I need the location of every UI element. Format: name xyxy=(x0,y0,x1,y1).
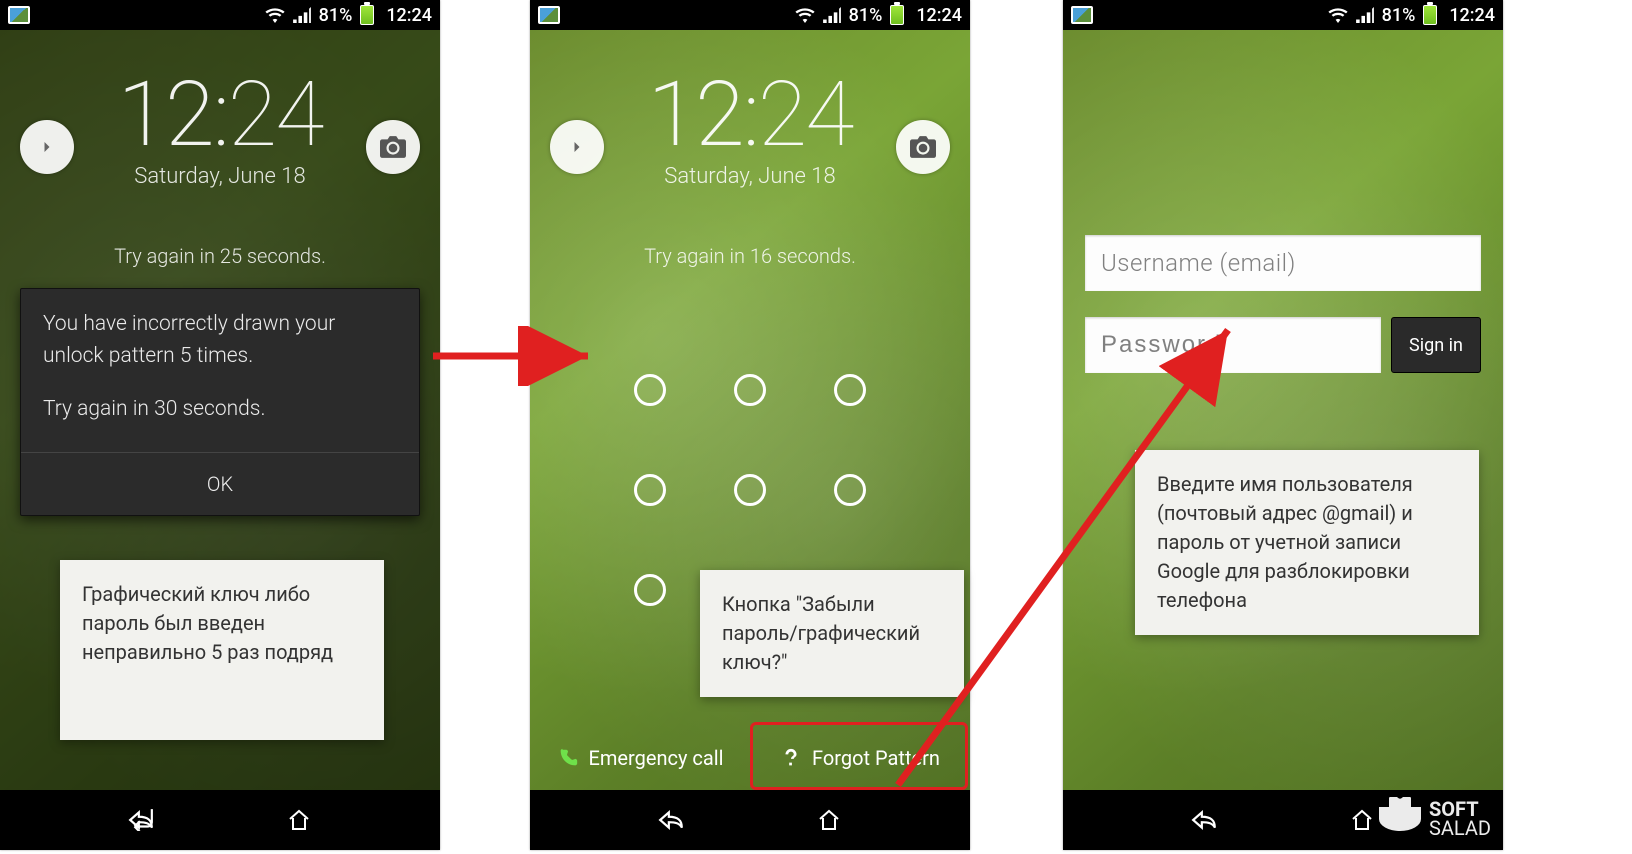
screenshot-saved-icon xyxy=(538,6,560,24)
nav-back-icon[interactable] xyxy=(657,806,685,834)
status-bar: 81% 12:24 xyxy=(530,0,970,30)
status-bar: 81% 12:24 xyxy=(1063,0,1503,30)
screenshot-saved-icon xyxy=(1071,6,1093,24)
wifi-icon xyxy=(795,7,815,23)
retry-countdown: Try again in 25 seconds. xyxy=(0,244,440,268)
pattern-dot[interactable] xyxy=(634,474,666,506)
camera-shortcut-button[interactable] xyxy=(366,120,420,174)
annotation-note-2: Кнопка "Забыли пароль/графический ключ?" xyxy=(700,570,964,697)
phone-icon xyxy=(557,747,579,769)
battery-percent: 81% xyxy=(849,5,883,26)
pattern-dot[interactable] xyxy=(734,374,766,406)
annotation-note-3: Введите имя пользователя (почтовый адрес… xyxy=(1135,450,1479,635)
forgot-pattern-label: Forgot Pattern xyxy=(812,746,940,770)
widget-expand-button[interactable] xyxy=(20,120,74,174)
retry-countdown: Try again in 16 seconds. xyxy=(530,244,970,268)
battery-icon xyxy=(1423,5,1437,25)
signal-icon xyxy=(1356,7,1374,23)
pattern-dot[interactable] xyxy=(834,374,866,406)
screenshot-saved-icon xyxy=(8,6,30,24)
annotation-note-1: Графический ключ либо пароль был введен … xyxy=(60,560,384,740)
lock-date: Saturday, June 18 xyxy=(0,164,440,189)
signal-icon xyxy=(823,7,841,23)
lock-date: Saturday, June 18 xyxy=(530,164,970,189)
widget-expand-button[interactable] xyxy=(550,120,604,174)
status-time: 12:24 xyxy=(1449,5,1495,26)
logo-text-bottom: SALAD xyxy=(1429,819,1491,838)
battery-percent: 81% xyxy=(319,5,353,26)
battery-percent: 81% xyxy=(1382,5,1416,26)
signal-icon xyxy=(293,7,311,23)
status-bar: 81% 12:24 xyxy=(0,0,440,30)
nav-home-icon[interactable] xyxy=(1348,806,1376,834)
phone-screen-3: 81% 12:24 Username (email) Password Sign… xyxy=(1063,0,1503,850)
forgot-pattern-button[interactable]: Forgot Pattern xyxy=(750,726,970,790)
phone-screen-1: 81% 12:24 12:24 Saturday, June 18 Try ag… xyxy=(0,0,440,850)
status-time: 12:24 xyxy=(916,5,962,26)
pattern-dot[interactable] xyxy=(834,474,866,506)
logo-bowl-icon xyxy=(1379,807,1421,831)
nav-back-icon[interactable] xyxy=(127,806,155,834)
password-input[interactable]: Password xyxy=(1085,317,1381,373)
sign-in-button[interactable]: Sign in xyxy=(1391,317,1481,373)
lock-bottom-bar: Emergency call Forgot Pattern xyxy=(530,726,970,790)
status-time: 12:24 xyxy=(386,5,432,26)
battery-icon xyxy=(360,5,374,25)
username-placeholder: Username (email) xyxy=(1101,249,1296,277)
username-input[interactable]: Username (email) xyxy=(1085,235,1481,291)
pattern-dot[interactable] xyxy=(634,374,666,406)
emergency-call-label: Emergency call xyxy=(589,746,724,770)
pattern-dot[interactable] xyxy=(634,574,666,606)
nav-home-icon[interactable] xyxy=(285,806,313,834)
softsalad-logo: SOFT SALAD xyxy=(1379,800,1491,838)
wifi-icon xyxy=(265,7,285,23)
dialog-message-line2: Try again in 30 seconds. xyxy=(43,394,397,426)
nav-bar xyxy=(530,790,970,850)
google-login-form: Username (email) Password Sign in xyxy=(1085,235,1481,373)
camera-shortcut-button[interactable] xyxy=(896,120,950,174)
emergency-call-button[interactable]: Emergency call xyxy=(530,726,750,790)
battery-icon xyxy=(890,5,904,25)
nav-bar xyxy=(0,790,440,850)
pattern-dot[interactable] xyxy=(734,474,766,506)
dialog-message-line1: You have incorrectly drawn your unlock p… xyxy=(43,309,397,372)
nav-back-icon[interactable] xyxy=(1190,806,1218,834)
question-icon xyxy=(780,747,802,769)
wifi-icon xyxy=(1328,7,1348,23)
nav-home-icon[interactable] xyxy=(815,806,843,834)
password-placeholder: Password xyxy=(1101,331,1222,359)
phone-screen-2: 81% 12:24 12:24 Saturday, June 18 Try ag… xyxy=(530,0,970,850)
lockout-dialog: You have incorrectly drawn your unlock p… xyxy=(20,288,420,516)
dialog-ok-button[interactable]: OK xyxy=(21,453,419,515)
